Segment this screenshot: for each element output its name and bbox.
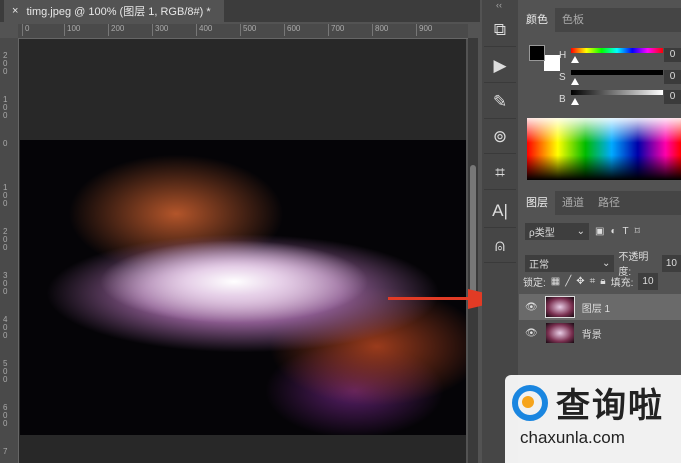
lock-pixels-icon[interactable]: ╱ bbox=[565, 276, 571, 287]
document-tab-bar: × timg.jpeg @ 100% (图层 1, RGB/8#) * bbox=[0, 0, 480, 22]
ruler-tick: 600 bbox=[3, 403, 8, 428]
slider-thumb[interactable] bbox=[571, 56, 579, 63]
tab-layers[interactable]: 图层 bbox=[519, 191, 555, 215]
foreground-color-swatch[interactable] bbox=[529, 45, 545, 61]
blend-mode-value: 正常 bbox=[529, 259, 549, 271]
tab-color[interactable]: 颜色 bbox=[519, 8, 555, 32]
layer-thumbnail bbox=[545, 323, 574, 343]
ruler-tick: 400 bbox=[196, 24, 212, 36]
shape-filter-icon[interactable]: ⌑ bbox=[635, 226, 640, 237]
ruler-tick: 200 bbox=[3, 227, 8, 252]
ruler-tick: 900 bbox=[416, 24, 432, 36]
layer-row[interactable]: 👁︎ 背景 bbox=[519, 320, 681, 346]
layer-name[interactable]: 背景 bbox=[582, 326, 602, 341]
document-title: timg.jpeg @ 100% (图层 1, RGB/8#) * bbox=[26, 6, 211, 18]
ruler-tick: 800 bbox=[372, 24, 388, 36]
watermark-title: 查询啦 bbox=[556, 387, 664, 425]
ruler-tick: 300 bbox=[3, 271, 8, 296]
lock-label: 锁定: bbox=[523, 278, 546, 289]
blend-mode-select[interactable]: 正常 ⌄ bbox=[525, 254, 615, 272]
background-color-swatch[interactable] bbox=[544, 55, 560, 71]
document-tab[interactable]: × timg.jpeg @ 100% (图层 1, RGB/8#) * bbox=[4, 0, 224, 22]
layer-thumbnail bbox=[544, 296, 575, 318]
annotation-arrow bbox=[388, 297, 468, 300]
puzzle-icon[interactable]: ⧉ bbox=[484, 14, 516, 47]
layer-row[interactable]: 👁︎ 图层 1 bbox=[519, 294, 681, 320]
hue-slider[interactable] bbox=[571, 48, 663, 53]
fill-input[interactable]: 10 bbox=[638, 273, 658, 290]
ruler-tick: 600 bbox=[284, 24, 300, 36]
slider-thumb[interactable] bbox=[571, 78, 579, 85]
layer-name[interactable]: 图层 1 bbox=[582, 300, 610, 315]
eye-icon[interactable]: 👁︎ bbox=[525, 302, 538, 313]
collapse-icon[interactable]: ‹‹ bbox=[496, 0, 502, 10]
lock-artboard-icon[interactable]: ⌗ bbox=[590, 276, 596, 287]
slider-thumb[interactable] bbox=[571, 98, 579, 105]
watermark-logo-dot bbox=[522, 396, 534, 408]
ruler-tick: 0 bbox=[3, 139, 8, 148]
h-value[interactable]: 0 bbox=[664, 48, 681, 62]
play-icon[interactable]: ▶ bbox=[484, 50, 516, 83]
saturation-slider[interactable] bbox=[571, 70, 663, 75]
ruler-tick: 100 bbox=[3, 95, 8, 120]
galaxy-image[interactable] bbox=[20, 140, 466, 435]
ruler-tick: 7 bbox=[3, 447, 8, 456]
stamp-icon[interactable]: ⍝ bbox=[484, 230, 516, 263]
filter-label: ρ类型 bbox=[529, 228, 555, 239]
ruler-tick: 200 bbox=[108, 24, 124, 36]
ruler-tick: 200 bbox=[3, 51, 8, 76]
brightness-slider[interactable] bbox=[571, 90, 663, 95]
ruler-tick: 400 bbox=[3, 315, 8, 340]
tab-channels[interactable]: 通道 bbox=[555, 191, 591, 215]
crop-icon[interactable]: ⌗ bbox=[484, 157, 516, 190]
image-filter-icon[interactable]: ▣ bbox=[595, 226, 604, 237]
watermark-url: chaxunla.com bbox=[520, 428, 625, 447]
vertical-ruler: 200 100 0 100 200 300 400 500 600 7 bbox=[0, 38, 19, 463]
color-panel-tabs: 颜色 色板 bbox=[519, 8, 681, 32]
scrollbar-thumb[interactable] bbox=[470, 165, 476, 295]
color-spectrum[interactable] bbox=[527, 118, 681, 180]
character-icon[interactable]: A| bbox=[484, 195, 516, 228]
tab-paths[interactable]: 路径 bbox=[591, 191, 627, 215]
tab-swatches[interactable]: 色板 bbox=[555, 8, 591, 32]
lock-transparent-icon[interactable]: ▦ bbox=[551, 276, 560, 287]
close-icon[interactable]: × bbox=[12, 5, 18, 17]
chevron-down-icon: ⌄ bbox=[576, 226, 585, 237]
brush-presets-icon[interactable]: ✎ bbox=[484, 86, 516, 119]
h-label: H bbox=[559, 50, 567, 61]
horizontal-ruler: 0 100 200 300 400 500 600 700 800 900 bbox=[18, 24, 468, 39]
b-value[interactable]: 0 bbox=[664, 90, 681, 104]
eye-icon[interactable]: 👁︎ bbox=[525, 328, 538, 339]
s-value[interactable]: 0 bbox=[664, 70, 681, 84]
type-filter-icon[interactable]: T bbox=[623, 226, 629, 237]
ruler-tick: 100 bbox=[64, 24, 80, 36]
clone-source-icon[interactable]: ⊚ bbox=[484, 121, 516, 154]
ruler-tick: 0 bbox=[22, 24, 29, 36]
fill-label: 填充: bbox=[610, 278, 634, 289]
s-label: S bbox=[559, 72, 566, 83]
ruler-tick: 500 bbox=[3, 359, 8, 384]
adjustment-filter-icon[interactable]: ◐ bbox=[610, 226, 616, 237]
opacity-input[interactable]: 10 bbox=[661, 254, 681, 272]
ruler-tick: 300 bbox=[152, 24, 168, 36]
ruler-tick: 100 bbox=[3, 183, 8, 208]
layer-filter-select[interactable]: ρ类型 ⌄ bbox=[525, 223, 589, 240]
b-label: B bbox=[559, 94, 566, 105]
layers-panel-tabs: 图层 通道 路径 bbox=[519, 191, 681, 215]
lock-position-icon[interactable]: ✥ bbox=[576, 276, 584, 287]
chevron-down-icon: ⌄ bbox=[601, 257, 611, 269]
ruler-tick: 700 bbox=[328, 24, 344, 36]
ruler-tick: 500 bbox=[240, 24, 256, 36]
lock-all-icon[interactable]: 🔒︎ bbox=[600, 276, 605, 287]
